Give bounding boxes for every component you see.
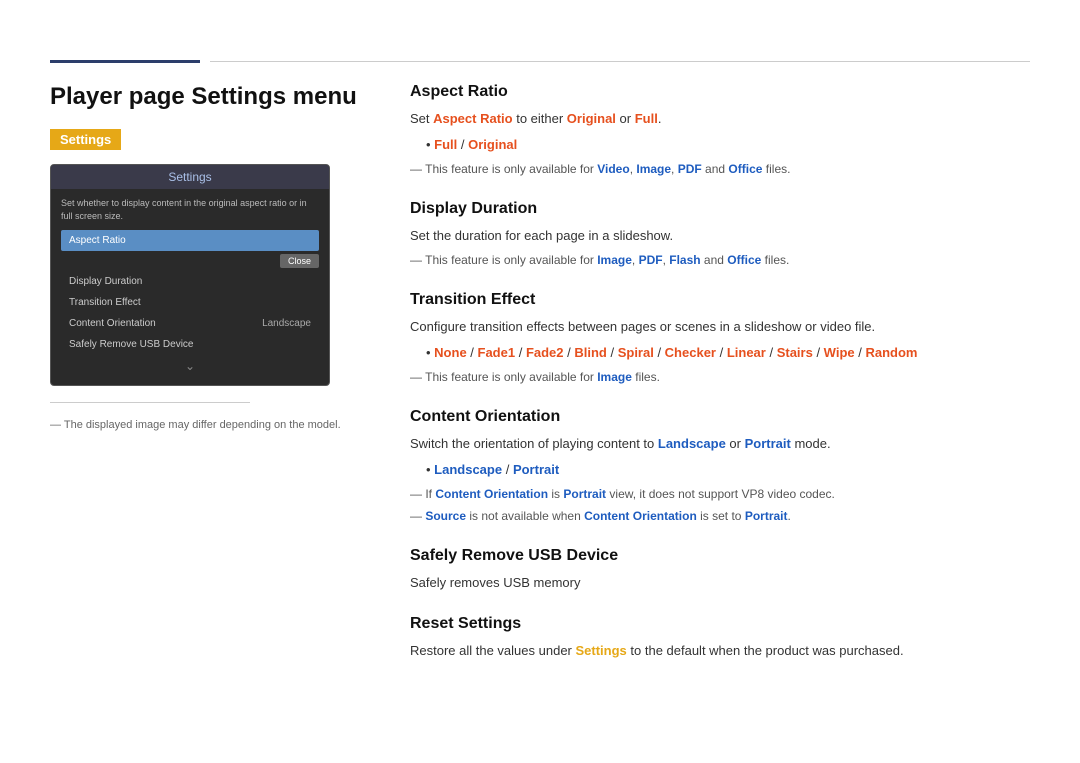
mockup-item-display-duration[interactable]: Display Duration <box>61 271 319 292</box>
content-orientation-note1: If Content Orientation is Portrait view,… <box>410 485 1030 503</box>
section-safely-remove: Safely Remove USB Device Safely removes … <box>410 547 1030 594</box>
section-title-aspect-ratio: Aspect Ratio <box>410 83 1030 101</box>
mockup-chevron-down: ⌄ <box>61 355 319 377</box>
mockup-item-label: Aspect Ratio <box>69 235 126 246</box>
mockup-description: Set whether to display content in the or… <box>61 197 319 222</box>
display-duration-note: This feature is only available for Image… <box>410 251 1030 269</box>
mockup-item-label: Display Duration <box>69 276 142 287</box>
mockup-item-value: Landscape <box>262 318 311 329</box>
aspect-ratio-note: This feature is only available for Video… <box>410 160 1030 178</box>
mockup-item-transition-effect[interactable]: Transition Effect <box>61 292 319 313</box>
aspect-ratio-bullet: Full / Original <box>426 135 1030 156</box>
transition-effect-note: This feature is only available for Image… <box>410 368 1030 386</box>
mockup-item-aspect-ratio[interactable]: Aspect Ratio <box>61 230 319 251</box>
top-divider-left <box>50 60 200 63</box>
section-title-content-orientation: Content Orientation <box>410 408 1030 426</box>
section-display-duration: Display Duration Set the duration for ea… <box>410 200 1030 270</box>
content-orientation-desc: Switch the orientation of playing conten… <box>410 434 1030 455</box>
left-divider <box>50 402 250 403</box>
section-transition-effect: Transition Effect Configure transition e… <box>410 291 1030 386</box>
page-title: Player page Settings menu <box>50 83 360 111</box>
section-reset-settings: Reset Settings Restore all the values un… <box>410 615 1030 662</box>
display-duration-desc: Set the duration for each page in a slid… <box>410 226 1030 247</box>
mockup-titlebar: Settings <box>51 165 329 189</box>
section-title-safely-remove: Safely Remove USB Device <box>410 547 1030 565</box>
content-orientation-bullet: Landscape / Portrait <box>426 460 1030 481</box>
content-orientation-note2: Source is not available when Content Ori… <box>410 507 1030 525</box>
section-title-display-duration: Display Duration <box>410 200 1030 218</box>
left-note: The displayed image may differ depending… <box>50 419 360 431</box>
mockup-item-label: Transition Effect <box>69 297 141 308</box>
mockup-item-label: Safely Remove USB Device <box>69 339 194 350</box>
mockup-item-content-orientation[interactable]: Content Orientation Landscape <box>61 313 319 334</box>
top-divider-right <box>210 61 1030 62</box>
mockup-content: Set whether to display content in the or… <box>51 189 329 385</box>
mockup-item-safely-remove[interactable]: Safely Remove USB Device <box>61 334 319 355</box>
transition-effect-desc: Configure transition effects between pag… <box>410 317 1030 338</box>
mockup-close-btn[interactable]: Close <box>280 254 319 268</box>
reset-settings-desc: Restore all the values under Settings to… <box>410 641 1030 662</box>
section-title-transition-effect: Transition Effect <box>410 291 1030 309</box>
safely-remove-desc: Safely removes USB memory <box>410 573 1030 594</box>
settings-badge: Settings <box>50 129 121 150</box>
right-panel: Aspect Ratio Set Aspect Ratio to either … <box>390 83 1030 684</box>
left-panel: Player page Settings menu Settings Setti… <box>50 83 390 684</box>
aspect-ratio-desc: Set Aspect Ratio to either Original or F… <box>410 109 1030 130</box>
settings-mockup: Settings Set whether to display content … <box>50 164 330 386</box>
transition-effect-bullet: None / Fade1 / Fade2 / Blind / Spiral / … <box>426 343 1030 364</box>
section-aspect-ratio: Aspect Ratio Set Aspect Ratio to either … <box>410 83 1030 178</box>
section-content-orientation: Content Orientation Switch the orientati… <box>410 408 1030 525</box>
section-title-reset-settings: Reset Settings <box>410 615 1030 633</box>
mockup-item-label: Content Orientation <box>69 318 156 329</box>
